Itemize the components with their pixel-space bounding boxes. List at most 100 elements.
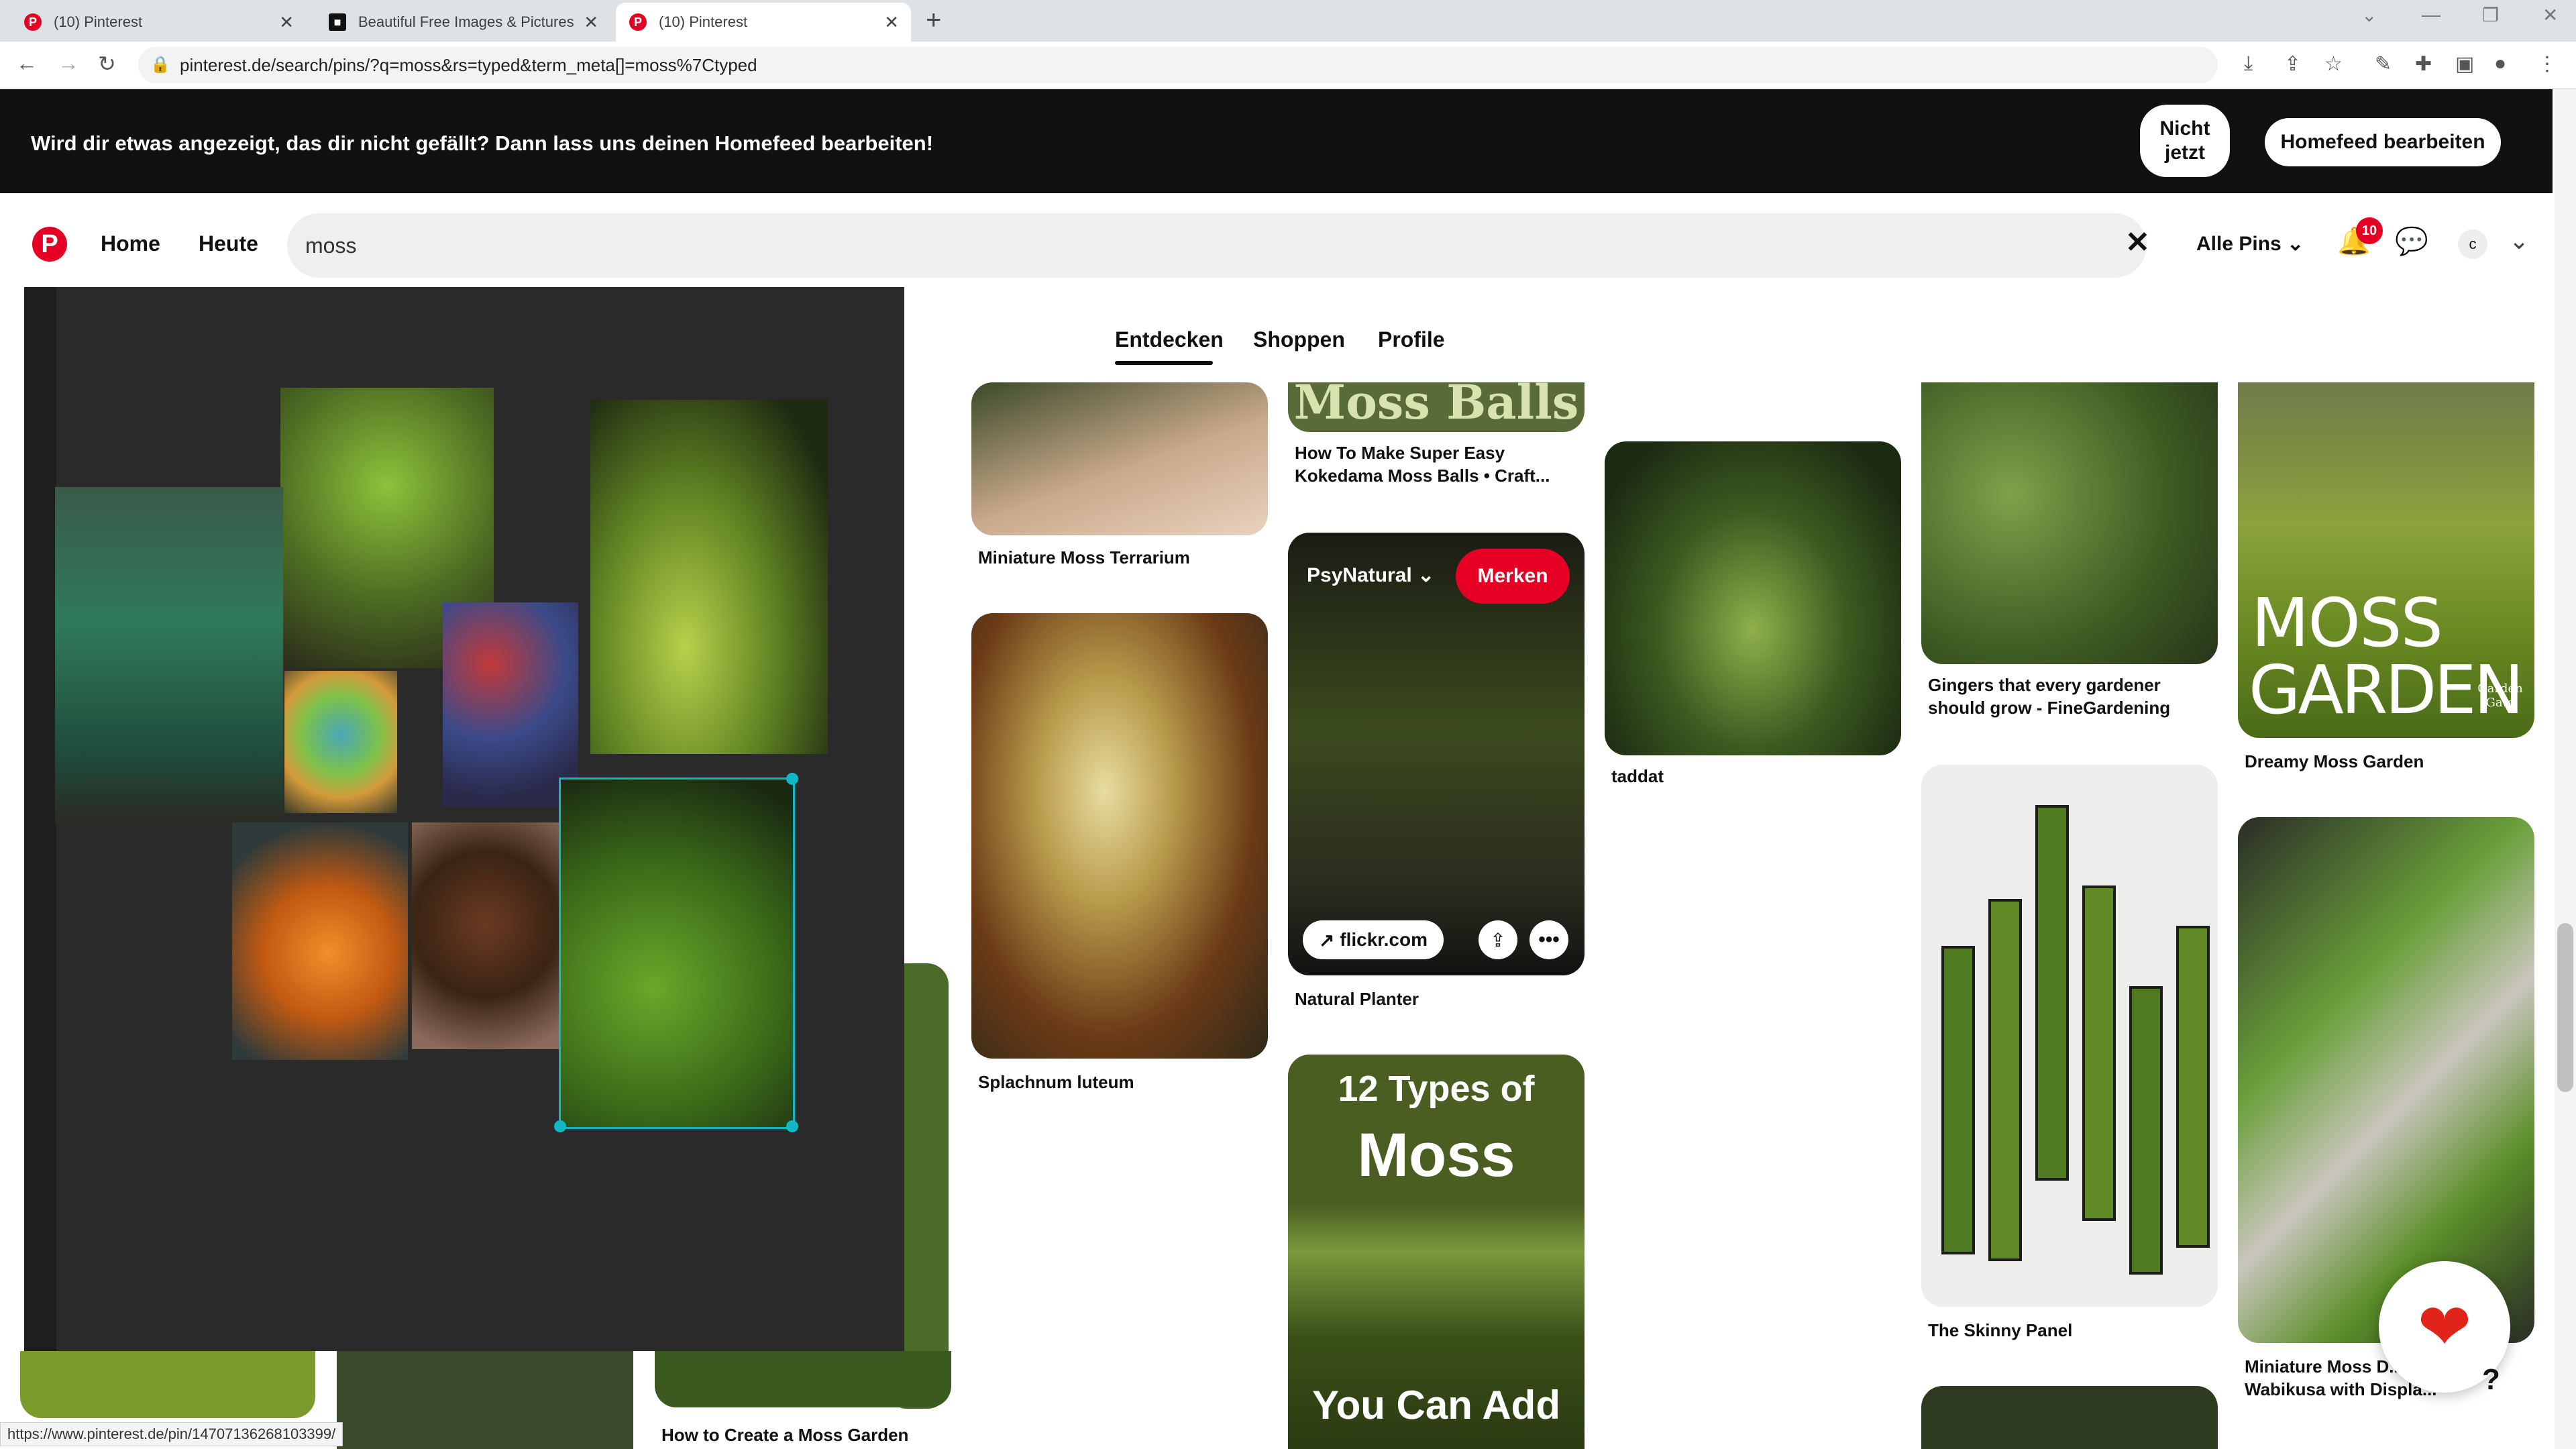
pin-image-create-garden[interactable]	[655, 1351, 951, 1407]
pin-title-line-1[interactable]: Miniature Moss D...	[2245, 1355, 2404, 1378]
pin-image-taddat[interactable]	[1605, 441, 1901, 755]
side-panel-icon[interactable]: ▣	[2455, 52, 2474, 76]
pin-title[interactable]: The Skinny Panel	[1928, 1319, 2072, 1342]
collage-photo-turkey-tail[interactable]	[284, 671, 397, 813]
garden-gate-word: Garden Gate	[2477, 682, 2523, 710]
not-now-label-2: jetzt	[2165, 142, 2205, 164]
active-tab-underline	[1115, 361, 1213, 365]
pin-title[interactable]: Natural Planter	[1295, 987, 1419, 1010]
pin-image-kokedama[interactable]: Moss Balls	[1288, 382, 1585, 432]
filter-label: Alle Pins	[2196, 233, 2282, 255]
notification-badge: 10	[2356, 217, 2383, 244]
install-icon[interactable]: ⤓	[2244, 52, 2253, 75]
filter-dropdown[interactable]: Alle Pins ⌄	[2196, 232, 2304, 256]
collage-photo-moss-pots-selected[interactable]	[559, 777, 795, 1129]
collage-photo-beetle[interactable]	[412, 822, 559, 1049]
kokedama-image-text: Moss Balls	[1293, 382, 1579, 430]
share-icon[interactable]: ⇪	[2284, 52, 2301, 76]
bookmark-star-icon[interactable]: ☆	[2324, 52, 2343, 76]
status-bar-url: https://www.pinterest.de/pin/14707136268…	[0, 1422, 343, 1446]
close-icon[interactable]: ✕	[584, 12, 598, 33]
pin-title[interactable]: How to Create a Moss Garden	[661, 1424, 908, 1446]
pin-title[interactable]: Splachnum luteum	[978, 1071, 1134, 1093]
pin-image-dreamy-garden[interactable]: MOSS GARDEN Garden Gate	[2238, 382, 2534, 738]
url-text[interactable]: pinterest.de/search/pins/?q=moss&rs=type…	[180, 55, 757, 76]
pin-title[interactable]: Dreamy Moss Garden	[2245, 750, 2424, 773]
clear-search-icon[interactable]: ✕	[2125, 225, 2150, 260]
more-menu-icon[interactable]: ⋮	[2537, 52, 2557, 76]
new-tab-icon[interactable]: +	[926, 5, 941, 36]
search-input[interactable]: moss	[305, 233, 356, 258]
profile-icon[interactable]: ●	[2494, 52, 2506, 75]
nav-today[interactable]: Heute	[199, 231, 258, 256]
browser-tab-2[interactable]: ■ Beautiful Free Images & Pictures ✕	[315, 3, 610, 42]
collage-panel-edge	[24, 287, 56, 1351]
unsplash-favicon: ■	[329, 13, 346, 31]
scrollbar-thumb[interactable]	[2557, 923, 2573, 1092]
resize-handle[interactable]	[554, 1120, 566, 1132]
pin-image-moss-types[interactable]: 12 Types of Moss You Can Add	[1288, 1055, 1585, 1449]
pin-title[interactable]: Miniature Moss Terrarium	[978, 546, 1190, 569]
tab-entdecken[interactable]: Entdecken	[1115, 327, 1224, 352]
pin-image-splachnum[interactable]	[971, 613, 1268, 1059]
pin-image-line-2: Moss	[1357, 1121, 1515, 1189]
board-dropdown[interactable]: PsyNatural ⌄	[1307, 564, 1434, 587]
board-name: PsyNatural	[1307, 564, 1412, 586]
window-close-icon[interactable]: ✕	[2542, 4, 2558, 26]
chevron-down-icon: ⌄	[1417, 564, 1435, 586]
pin-image-gingers[interactable]	[1921, 382, 2218, 664]
nav-home[interactable]: Home	[101, 231, 160, 256]
page-scrollbar[interactable]	[2555, 89, 2576, 1449]
lock-icon: 🔒	[150, 56, 170, 74]
messages-icon[interactable]: 💬	[2395, 225, 2428, 257]
not-now-label-1: Nicht	[2159, 117, 2210, 140]
close-icon[interactable]: ✕	[279, 12, 294, 33]
pin-image-line-1: 12 Types of	[1338, 1069, 1535, 1109]
avatar[interactable]: c	[2458, 229, 2487, 259]
search-bar[interactable]	[287, 213, 2147, 278]
collage-photo-lichen-log[interactable]	[55, 487, 283, 825]
save-button[interactable]: Merken	[1456, 549, 1570, 604]
tab-shoppen[interactable]: Shoppen	[1253, 327, 1345, 352]
source-link-button[interactable]: ↗ flickr.com	[1303, 920, 1444, 959]
resize-handle[interactable]	[786, 773, 798, 785]
collage-photo-orange-fungi[interactable]	[232, 822, 408, 1060]
browser-tab-3-active[interactable]: P (10) Pinterest ✕	[616, 3, 911, 42]
back-icon[interactable]: ←	[16, 51, 38, 76]
help-question-icon[interactable]: ?	[2482, 1363, 2500, 1397]
tab-title: Beautiful Free Images & Pictures	[358, 13, 574, 30]
restore-icon[interactable]: ❐	[2482, 4, 2499, 26]
banner-text: Wird dir etwas angezeigt, das dir nicht …	[31, 131, 934, 155]
more-options-icon[interactable]: •••	[1529, 920, 1568, 959]
collage-photo-berries[interactable]	[443, 602, 578, 806]
pin-image-partial[interactable]	[337, 1351, 633, 1449]
not-now-button[interactable]: Nicht jetzt	[2140, 105, 2230, 177]
close-icon[interactable]: ✕	[884, 12, 899, 33]
pin-image-miniature-moss[interactable]	[2238, 817, 2534, 1343]
pen-extension-icon[interactable]: ✎	[2375, 52, 2392, 76]
pin-title-line-2[interactable]: should grow - FineGardening	[1928, 696, 2170, 719]
pin-image-partial[interactable]	[1921, 1386, 2218, 1449]
source-link-label: flickr.com	[1340, 929, 1428, 950]
pinterest-favicon: P	[629, 13, 647, 31]
pin-title-line-1[interactable]: Gingers that every gardener	[1928, 674, 2161, 696]
browser-tab-1[interactable]: P (10) Pinterest ✕	[11, 3, 306, 42]
pin-title[interactable]: How To Make Super Easy Kokedama Moss Bal…	[1295, 441, 1576, 487]
chevron-down-icon: ⌄	[2287, 233, 2304, 255]
pinterest-logo-icon[interactable]: P	[32, 227, 67, 262]
tab-profile[interactable]: Profile	[1378, 327, 1445, 352]
reload-icon[interactable]: ↻	[98, 51, 116, 76]
share-icon[interactable]: ⇪	[1479, 920, 1517, 959]
extensions-puzzle-icon[interactable]: ✚	[2415, 52, 2432, 76]
pin-image-skinny-panel[interactable]	[1921, 765, 2218, 1307]
forward-icon[interactable]: →	[58, 51, 79, 76]
edit-homefeed-button[interactable]: Homefeed bearbeiten	[2265, 118, 2501, 166]
account-chevron-down-icon[interactable]: ⌄	[2509, 227, 2529, 255]
resize-handle[interactable]	[786, 1120, 798, 1132]
minimize-icon[interactable]: —	[2422, 4, 2440, 25]
pin-image-partial[interactable]	[20, 1351, 315, 1418]
tab-search-icon[interactable]: ⌄	[2361, 4, 2377, 26]
collage-photo-moss-forest[interactable]	[590, 400, 828, 754]
pin-image-terrarium[interactable]	[971, 382, 1268, 535]
pin-title[interactable]: taddat	[1611, 765, 1664, 788]
